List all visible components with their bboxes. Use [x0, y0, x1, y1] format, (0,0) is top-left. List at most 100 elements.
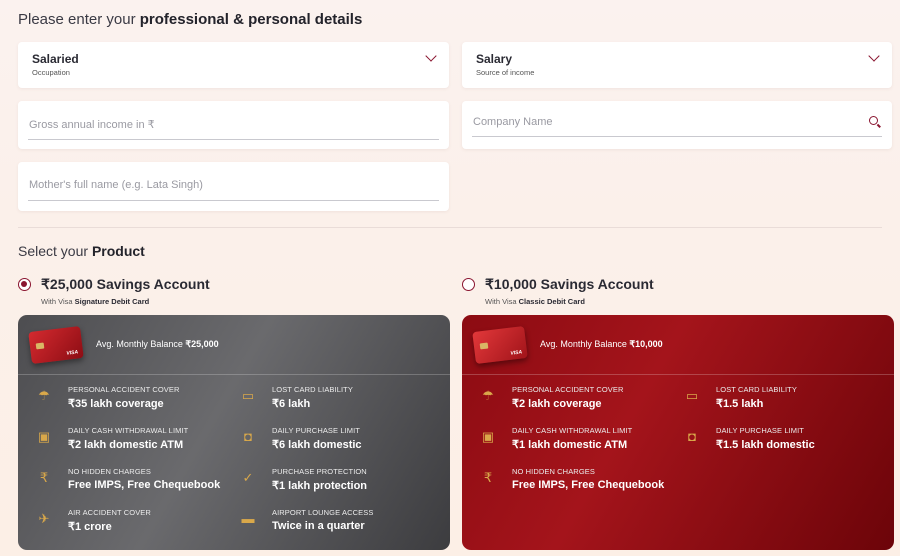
- mother-name-field[interactable]: Mother's full name (e.g. Lata Singh): [18, 162, 449, 211]
- debit-card-image: VISA: [472, 325, 528, 365]
- product-radio-25000[interactable]: [18, 278, 31, 291]
- shopping-bag-icon: ◘: [688, 429, 696, 444]
- shopping-bag-icon: ◘: [244, 429, 252, 444]
- income-source-label: Source of income: [476, 68, 535, 77]
- airplane-icon: ✈: [38, 511, 50, 526]
- feature-label: DAILY CASH WITHDRAWAL LIMIT: [512, 426, 633, 435]
- company-name-placeholder: Company Name: [473, 116, 553, 128]
- product-title-10000[interactable]: ₹10,000 Savings Account: [485, 276, 654, 293]
- feature-label: DAILY PURCHASE LIMIT: [272, 426, 360, 435]
- product-heading: Select your Product: [18, 243, 145, 259]
- balance-value: ₹25,000: [185, 339, 219, 349]
- page-heading-bold: professional & personal details: [139, 11, 363, 28]
- feature-label: DAILY PURCHASE LIMIT: [716, 426, 804, 435]
- feature-value: Twice in a quarter: [272, 520, 365, 532]
- feature-value: ₹6 lakh domestic: [272, 439, 362, 451]
- cash-icon: ▣: [481, 429, 495, 444]
- feature-item: ☂ PERSONAL ACCIDENT COVER ₹35 lakh cover…: [36, 385, 236, 419]
- product-card-type: Classic Debit Card: [518, 297, 585, 306]
- balance-label: Avg. Monthly Balance: [540, 339, 630, 349]
- balance-label: Avg. Monthly Balance: [96, 339, 186, 349]
- debit-card-image: VISA: [28, 325, 84, 365]
- lounge-icon: ▬: [241, 511, 255, 526]
- feature-value: ₹1 crore: [68, 521, 112, 533]
- card-icon: ▭: [241, 388, 255, 403]
- feature-label: PERSONAL ACCIDENT COVER: [512, 385, 624, 394]
- feature-label: PERSONAL ACCIDENT COVER: [68, 385, 180, 394]
- card-header: VISA Avg. Monthly Balance ₹10,000: [462, 315, 894, 375]
- feature-value: ₹2 lakh domestic ATM: [68, 439, 184, 451]
- feature-item: ◘ DAILY PURCHASE LIMIT ₹6 lakh domestic: [240, 426, 440, 460]
- product-heading-prefix: Select your: [18, 243, 92, 259]
- feature-item: ₹ NO HIDDEN CHARGES Free IMPS, Free Cheq…: [36, 467, 236, 501]
- feature-label: PURCHASE PROTECTION: [272, 467, 367, 476]
- visa-logo: VISA: [66, 349, 79, 357]
- product-subtitle-10000: With Visa Classic Debit Card: [485, 297, 585, 306]
- feature-value: ₹1 lakh domestic ATM: [512, 439, 628, 451]
- feature-label: AIR ACCIDENT COVER: [68, 508, 151, 517]
- chevron-down-icon: [868, 50, 880, 62]
- feature-value: Free IMPS, Free Chequebook: [68, 479, 221, 491]
- feature-item: ₹ NO HIDDEN CHARGES Free IMPS, Free Cheq…: [480, 467, 680, 501]
- occupation-select[interactable]: Salaried Occupation: [18, 42, 449, 88]
- product-subtitle-prefix: With Visa: [41, 297, 75, 306]
- rupee-icon: ₹: [483, 470, 493, 485]
- feature-value: ₹35 lakh coverage: [68, 398, 164, 410]
- umbrella-icon: ☂: [482, 388, 494, 403]
- gross-income-underline: [28, 139, 439, 140]
- card-icon: ▭: [685, 388, 699, 403]
- feature-item: ◘ DAILY PURCHASE LIMIT ₹1.5 lakh domesti…: [684, 426, 884, 460]
- feature-value: ₹1 lakh protection: [272, 480, 368, 492]
- shield-check-icon: ✓: [242, 470, 254, 485]
- income-source-select[interactable]: Salary Source of income: [462, 42, 892, 88]
- feature-label: LOST CARD LIABILITY: [716, 385, 797, 394]
- gross-income-placeholder: Gross annual income in ₹: [29, 119, 155, 131]
- feature-item: ✓ PURCHASE PROTECTION ₹1 lakh protection: [240, 467, 440, 501]
- visa-logo: VISA: [510, 349, 523, 357]
- card-chip-icon: [35, 342, 45, 350]
- product-radio-10000[interactable]: [462, 278, 475, 291]
- feature-label: DAILY CASH WITHDRAWAL LIMIT: [68, 426, 189, 435]
- balance-value: ₹10,000: [629, 339, 663, 349]
- chevron-down-icon: [425, 50, 437, 62]
- card-header: VISA Avg. Monthly Balance ₹25,000: [18, 315, 450, 375]
- page-heading: Please enter your professional & persona…: [18, 11, 362, 28]
- product-subtitle-25000: With Visa Signature Debit Card: [41, 297, 149, 306]
- feature-value: ₹1.5 lakh: [716, 398, 764, 410]
- company-name-field[interactable]: Company Name: [462, 101, 892, 149]
- feature-label: NO HIDDEN CHARGES: [68, 467, 151, 476]
- feature-item: ▭ LOST CARD LIABILITY ₹6 lakh: [240, 385, 440, 419]
- cash-icon: ▣: [37, 429, 51, 444]
- product-card-type: Signature Debit Card: [74, 297, 150, 306]
- search-icon[interactable]: [869, 116, 878, 125]
- occupation-label: Occupation: [32, 68, 70, 77]
- product-title-25000[interactable]: ₹25,000 Savings Account: [41, 276, 210, 293]
- feature-value: ₹6 lakh: [272, 398, 311, 410]
- feature-item: ▣ DAILY CASH WITHDRAWAL LIMIT ₹2 lakh do…: [36, 426, 236, 460]
- feature-label: NO HIDDEN CHARGES: [512, 467, 595, 476]
- product-heading-bold: Product: [91, 243, 145, 259]
- product-card-10000[interactable]: VISA Avg. Monthly Balance ₹10,000 ☂ PERS…: [462, 315, 894, 550]
- feature-label: AIRPORT LOUNGE ACCESS: [272, 508, 374, 517]
- feature-item: ✈ AIR ACCIDENT COVER ₹1 crore: [36, 508, 236, 542]
- umbrella-icon: ☂: [38, 388, 50, 403]
- feature-label: LOST CARD LIABILITY: [272, 385, 353, 394]
- feature-value: ₹1.5 lakh domestic: [716, 439, 815, 451]
- mother-name-placeholder: Mother's full name (e.g. Lata Singh): [29, 179, 203, 191]
- product-card-25000[interactable]: VISA Avg. Monthly Balance ₹25,000 ☂ PERS…: [18, 315, 450, 550]
- income-source-value: Salary: [476, 52, 513, 66]
- rupee-icon: ₹: [39, 470, 49, 485]
- gross-income-field[interactable]: Gross annual income in ₹: [18, 101, 449, 149]
- feature-value: Free IMPS, Free Chequebook: [512, 479, 665, 491]
- product-subtitle-prefix: With Visa: [485, 297, 519, 306]
- card-chip-icon: [479, 342, 489, 350]
- feature-item: ▣ DAILY CASH WITHDRAWAL LIMIT ₹1 lakh do…: [480, 426, 680, 460]
- feature-value: ₹2 lakh coverage: [512, 398, 602, 410]
- feature-item: ☂ PERSONAL ACCIDENT COVER ₹2 lakh covera…: [480, 385, 680, 419]
- feature-item: ▭ LOST CARD LIABILITY ₹1.5 lakh: [684, 385, 884, 419]
- avg-monthly-balance: Avg. Monthly Balance ₹25,000: [96, 339, 219, 350]
- feature-item: ▬ AIRPORT LOUNGE ACCESS Twice in a quart…: [240, 508, 440, 542]
- section-divider: [18, 227, 882, 228]
- occupation-value: Salaried: [32, 52, 79, 66]
- avg-monthly-balance: Avg. Monthly Balance ₹10,000: [540, 339, 663, 350]
